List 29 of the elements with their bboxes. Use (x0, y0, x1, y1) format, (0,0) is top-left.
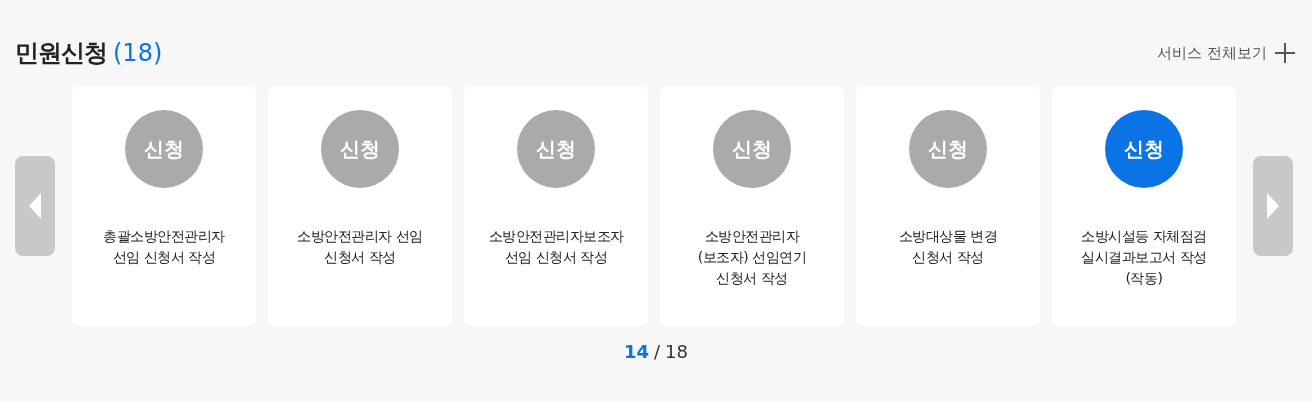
card-title: 소방안전관리자 (보조자) 선임연기 신청서 작성 (697, 227, 807, 288)
left-triangle-icon (29, 193, 41, 219)
service-card[interactable]: 신청 소방안전관리자 선임 신청서 작성 (268, 86, 452, 326)
card-title: 소방안전관리자 선임 신청서 작성 (297, 227, 423, 267)
apply-badge: 신청 (909, 110, 987, 188)
apply-badge: 신청 (1105, 110, 1183, 188)
service-card[interactable]: 신청 총괄소방안전관리자 선임 신청서 작성 (72, 86, 256, 326)
item-count: (18) (113, 39, 163, 67)
next-button[interactable] (1253, 156, 1293, 256)
plus-icon (1275, 43, 1295, 63)
right-triangle-icon (1267, 193, 1279, 219)
card-title: 소방대상물 변경 신청서 작성 (898, 227, 998, 267)
total-pages: 18 (665, 341, 688, 362)
apply-badge: 신청 (321, 110, 399, 188)
service-card[interactable]: 신청 소방안전관리자 (보조자) 선임연기 신청서 작성 (660, 86, 844, 326)
card-title: 소방안전관리자보조자 선임 신청서 작성 (488, 227, 624, 267)
page-separator: / (654, 341, 661, 362)
section-title: 민원신청 (15, 38, 107, 69)
apply-badge: 신청 (125, 110, 203, 188)
service-card[interactable]: 신청 소방시설등 자체점검 실시결과보고서 작성 (작동) (1052, 86, 1236, 326)
apply-badge: 신청 (517, 110, 595, 188)
card-title: 소방시설등 자체점검 실시결과보고서 작성 (작동) (1081, 227, 1207, 288)
current-page: 14 (623, 341, 650, 362)
view-all-services-link[interactable]: 서비스 전체보기 (1157, 43, 1295, 63)
service-card[interactable]: 신청 소방안전관리자보조자 선임 신청서 작성 (464, 86, 648, 326)
previous-button[interactable] (15, 156, 55, 256)
service-card[interactable]: 신청 소방대상물 변경 신청서 작성 (856, 86, 1040, 326)
apply-badge: 신청 (713, 110, 791, 188)
card-title: 총괄소방안전관리자 선임 신청서 작성 (103, 227, 225, 267)
